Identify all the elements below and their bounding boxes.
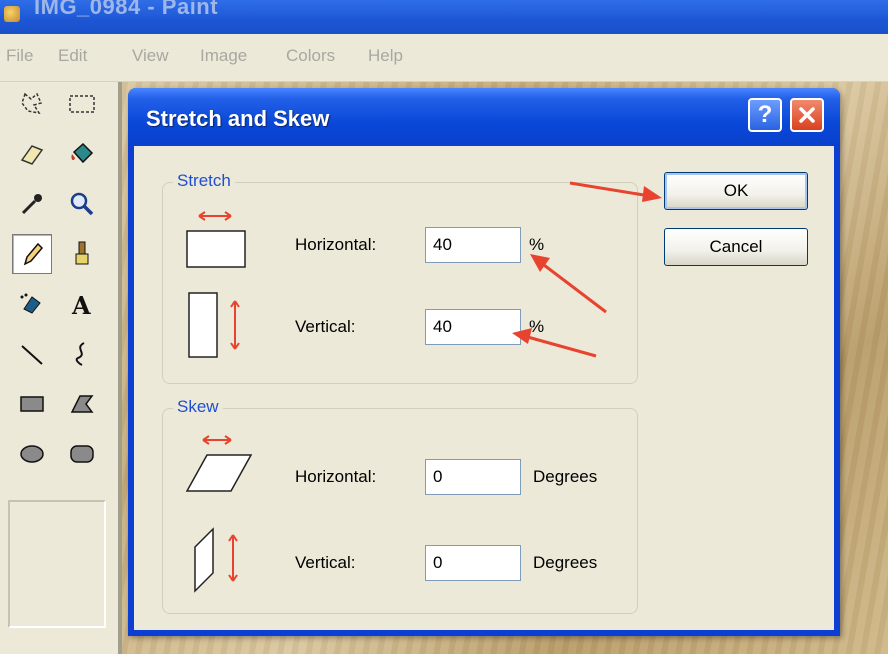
stretch-horizontal-label: Horizontal: [295,235,377,254]
stretch-skew-dialog: Stretch and Skew ? Stretch Horizontal: 4… [128,88,840,636]
skew-horizontal-icon [185,435,253,492]
window-title: IMG_0984 - Paint [34,0,219,19]
help-button[interactable]: ? [748,98,782,132]
skew-horizontal-label: Horizontal: [295,467,377,486]
ellipse-tool[interactable] [12,434,52,474]
stretch-vertical-label: Vertical: [295,317,356,336]
svg-text:A: A [71,291,91,318]
rectangle-icon [20,396,44,412]
skew-vertical-unit: Degrees [533,553,598,572]
stretch-vertical-unit: % [529,317,545,336]
help-icon: ? [757,101,773,128]
ellipse-icon [20,445,44,463]
free-select-icon [21,92,43,115]
stretch-group-label: Stretch [173,171,235,191]
line-icon [21,345,43,365]
rect-select-tool[interactable] [62,84,102,124]
airbrush-tool[interactable] [12,284,52,324]
skew-horizontal-input[interactable]: 0 [425,459,521,495]
menu-help[interactable]: Help [368,46,403,66]
close-icon [799,107,815,123]
paint-bucket-icon [71,142,94,164]
curve-icon [75,342,85,366]
rectangle-tool[interactable] [12,384,52,424]
window-titlebar: IMG_0984 - Paint [0,0,888,34]
menu-view[interactable]: View [132,46,169,66]
polygon-tool[interactable] [62,384,102,424]
curve-tool[interactable] [62,334,102,374]
skew-vertical-label: Vertical: [295,553,356,572]
line-tool[interactable] [12,334,52,374]
polygon-icon [70,395,94,413]
magnifier-tool[interactable] [62,184,102,224]
toolbox: A [0,82,118,654]
stretch-horizontal-icon [186,211,246,268]
tool-options-box[interactable] [8,500,106,628]
skew-vertical-icon [194,527,238,593]
eraser-tool[interactable] [12,134,52,174]
eraser-icon [20,145,44,165]
stretch-horizontal-input[interactable]: 40 [425,227,521,263]
skew-group-label: Skew [173,397,223,417]
menu-file[interactable]: File [6,46,33,66]
brush-tool[interactable] [62,234,102,274]
pencil-tool[interactable] [12,234,52,274]
stretch-vertical-icon [188,292,240,358]
paint-app-icon [4,6,20,22]
ok-button[interactable]: OK [664,172,808,210]
rounded-rectangle-tool[interactable] [62,434,102,474]
stretch-group: Stretch Horizontal: 40 % Vertical: 40 % [162,171,638,384]
dialog-body: Stretch Horizontal: 40 % Vertical: 40 % … [134,146,834,630]
cancel-button[interactable]: Cancel [664,228,808,266]
rounded-rectangle-icon [70,445,94,463]
eyedropper-icon [21,194,42,215]
rect-select-icon [69,95,95,113]
stretch-horizontal-unit: % [529,235,545,254]
text-tool[interactable]: A [62,284,102,324]
fill-tool[interactable] [62,134,102,174]
menu-edit[interactable]: Edit [58,46,87,66]
dialog-titlebar[interactable]: Stretch and Skew ? [128,88,840,146]
skew-horizontal-unit: Degrees [533,467,598,486]
menu-bar: File Edit View Image Colors Help [0,34,888,82]
dialog-title: Stretch and Skew [146,106,330,131]
pencil-icon [23,242,44,266]
airbrush-icon [20,293,41,314]
brush-icon [75,241,89,265]
stretch-vertical-input[interactable]: 40 [425,309,521,345]
color-picker-tool[interactable] [12,184,52,224]
close-button[interactable] [790,98,824,132]
menu-colors[interactable]: Colors [286,46,335,66]
skew-vertical-input[interactable]: 0 [425,545,521,581]
skew-group: Skew Horizontal: 0 Degrees Vertical: 0 D… [162,397,638,614]
menu-image[interactable]: Image [200,46,247,66]
free-select-tool[interactable] [12,84,52,124]
magnifier-icon [70,192,94,216]
text-icon: A [71,291,91,318]
